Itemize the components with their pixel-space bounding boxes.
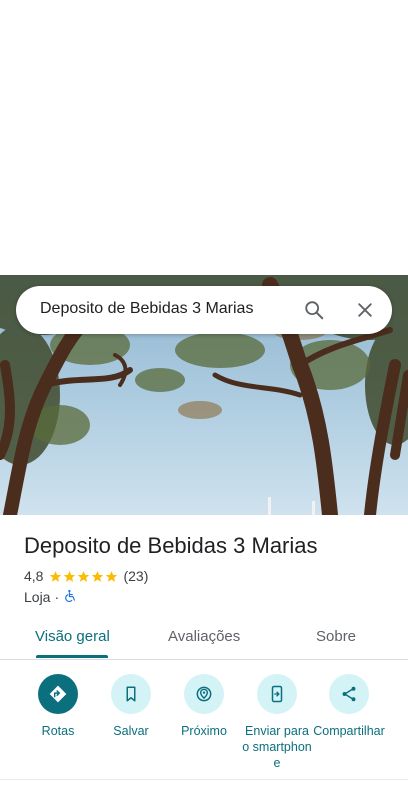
tabs-divider xyxy=(0,659,408,660)
tab-about[interactable]: Sobre xyxy=(316,628,356,645)
active-tab-indicator xyxy=(36,655,108,658)
star-icon xyxy=(78,570,90,582)
save-button[interactable]: Salvar xyxy=(94,674,168,739)
share-label: Compartilhar xyxy=(313,724,385,738)
tab-overview[interactable]: Visão geral xyxy=(35,628,110,645)
section-divider xyxy=(0,779,408,780)
search-icon[interactable] xyxy=(298,294,330,326)
directions-label: Rotas xyxy=(41,724,75,738)
bookmark-icon xyxy=(111,674,151,714)
star-icon xyxy=(92,570,104,582)
share-icon xyxy=(329,674,369,714)
tab-bar: Visão geral Avaliações Sobre xyxy=(0,615,408,659)
send-to-phone-icon xyxy=(257,674,297,714)
rating-row[interactable]: 4,8 (23) xyxy=(24,567,148,585)
review-count: (23) xyxy=(123,568,149,584)
star-icon xyxy=(50,570,62,582)
directions-icon xyxy=(38,674,78,714)
directions-button[interactable]: Rotas xyxy=(21,674,95,739)
search-input[interactable]: Deposito de Bebidas 3 Marias xyxy=(40,300,253,318)
rating-value: 4,8 xyxy=(24,568,44,584)
nearby-label: Próximo xyxy=(181,724,227,738)
nearby-button[interactable]: Próximo xyxy=(167,674,241,739)
tab-reviews[interactable]: Avaliações xyxy=(168,628,240,645)
nearby-icon xyxy=(184,674,224,714)
place-title: Deposito de Bebidas 3 Marias xyxy=(24,533,318,558)
search-bar[interactable]: Deposito de Bebidas 3 Marias xyxy=(16,286,392,334)
share-button[interactable]: Compartilhar xyxy=(312,674,386,739)
close-icon[interactable] xyxy=(349,294,381,326)
wheelchair-icon xyxy=(63,589,77,606)
place-category: Loja xyxy=(24,589,51,605)
separator-dot: · xyxy=(54,589,60,605)
rating-stars xyxy=(49,570,119,583)
send-to-phone-label: Enviar para o smartphone xyxy=(242,724,312,770)
send-to-phone-button[interactable]: Enviar para o smartphone xyxy=(240,674,314,771)
category-row: Loja · xyxy=(24,588,77,606)
save-label: Salvar xyxy=(113,724,149,738)
star-icon xyxy=(64,570,76,582)
star-icon xyxy=(106,570,118,582)
